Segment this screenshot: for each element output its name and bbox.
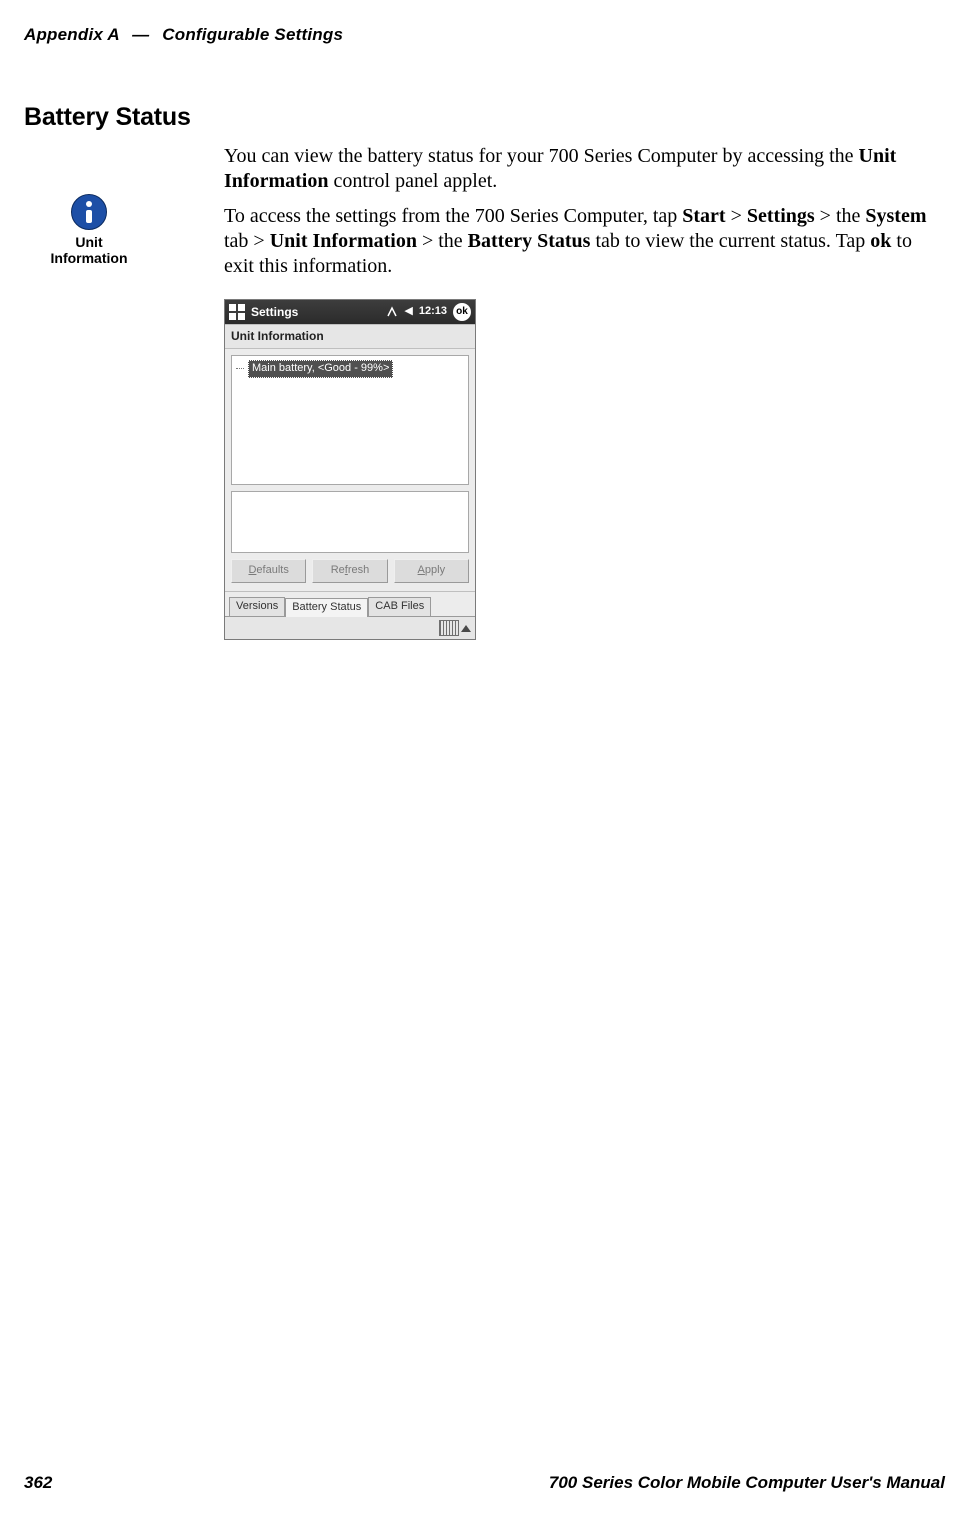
apply-button[interactable]: Apply (394, 559, 469, 583)
tab-versions[interactable]: Versions (229, 597, 285, 616)
header-title: Configurable Settings (162, 25, 343, 44)
tree-connector-icon (236, 368, 244, 370)
battery-tree-pane[interactable]: Main battery, <Good - 99%> (231, 355, 469, 485)
connectivity-icon[interactable] (386, 306, 398, 318)
start-icon[interactable] (229, 304, 245, 320)
tab-bar: Versions Battery Status CAB Files (225, 591, 475, 616)
tree-item-label: Main battery, <Good - 99%> (248, 360, 393, 378)
header-appendix-word: Appendix (24, 25, 103, 44)
sip-up-arrow-icon[interactable] (461, 625, 471, 632)
page-number: 362 (24, 1473, 52, 1493)
header-dash: — (132, 25, 149, 44)
panel-title: Unit Information (225, 324, 475, 349)
volume-icon[interactable]: ◀ (404, 305, 412, 319)
pda-titlebar: Settings ◀ 12:13 ok (225, 300, 475, 324)
running-header: Appendix A — Configurable Settings (24, 25, 945, 45)
defaults-button[interactable]: Defaults (231, 559, 306, 583)
manual-title: 700 Series Color Mobile Computer User's … (549, 1473, 945, 1493)
unit-information-icon-block: Unit Information (24, 194, 154, 266)
clock: 12:13 (419, 305, 447, 319)
paragraph-1: You can view the battery status for your… (224, 144, 945, 194)
icon-caption-line2: Information (51, 250, 128, 266)
paragraph-2: To access the settings from the 700 Seri… (224, 204, 945, 279)
page-title: Battery Status (24, 103, 945, 132)
tab-cab-files[interactable]: CAB Files (368, 597, 431, 616)
ok-button[interactable]: ok (453, 303, 471, 321)
keyboard-icon[interactable] (439, 620, 459, 636)
pda-app-title: Settings (251, 305, 380, 320)
page-footer: 362 700 Series Color Mobile Computer Use… (24, 1473, 945, 1493)
icon-caption-line1: Unit (51, 234, 128, 250)
refresh-button[interactable]: Refresh (312, 559, 387, 583)
tab-battery-status[interactable]: Battery Status (285, 598, 368, 617)
header-appendix-letter: A (107, 25, 119, 44)
screenshot-unit-information: Settings ◀ 12:13 ok Unit Information Mai… (224, 299, 476, 640)
info-icon (71, 194, 107, 230)
sip-bar (225, 616, 475, 639)
tree-item-main-battery[interactable]: Main battery, <Good - 99%> (236, 360, 464, 378)
battery-details-pane (231, 491, 469, 553)
